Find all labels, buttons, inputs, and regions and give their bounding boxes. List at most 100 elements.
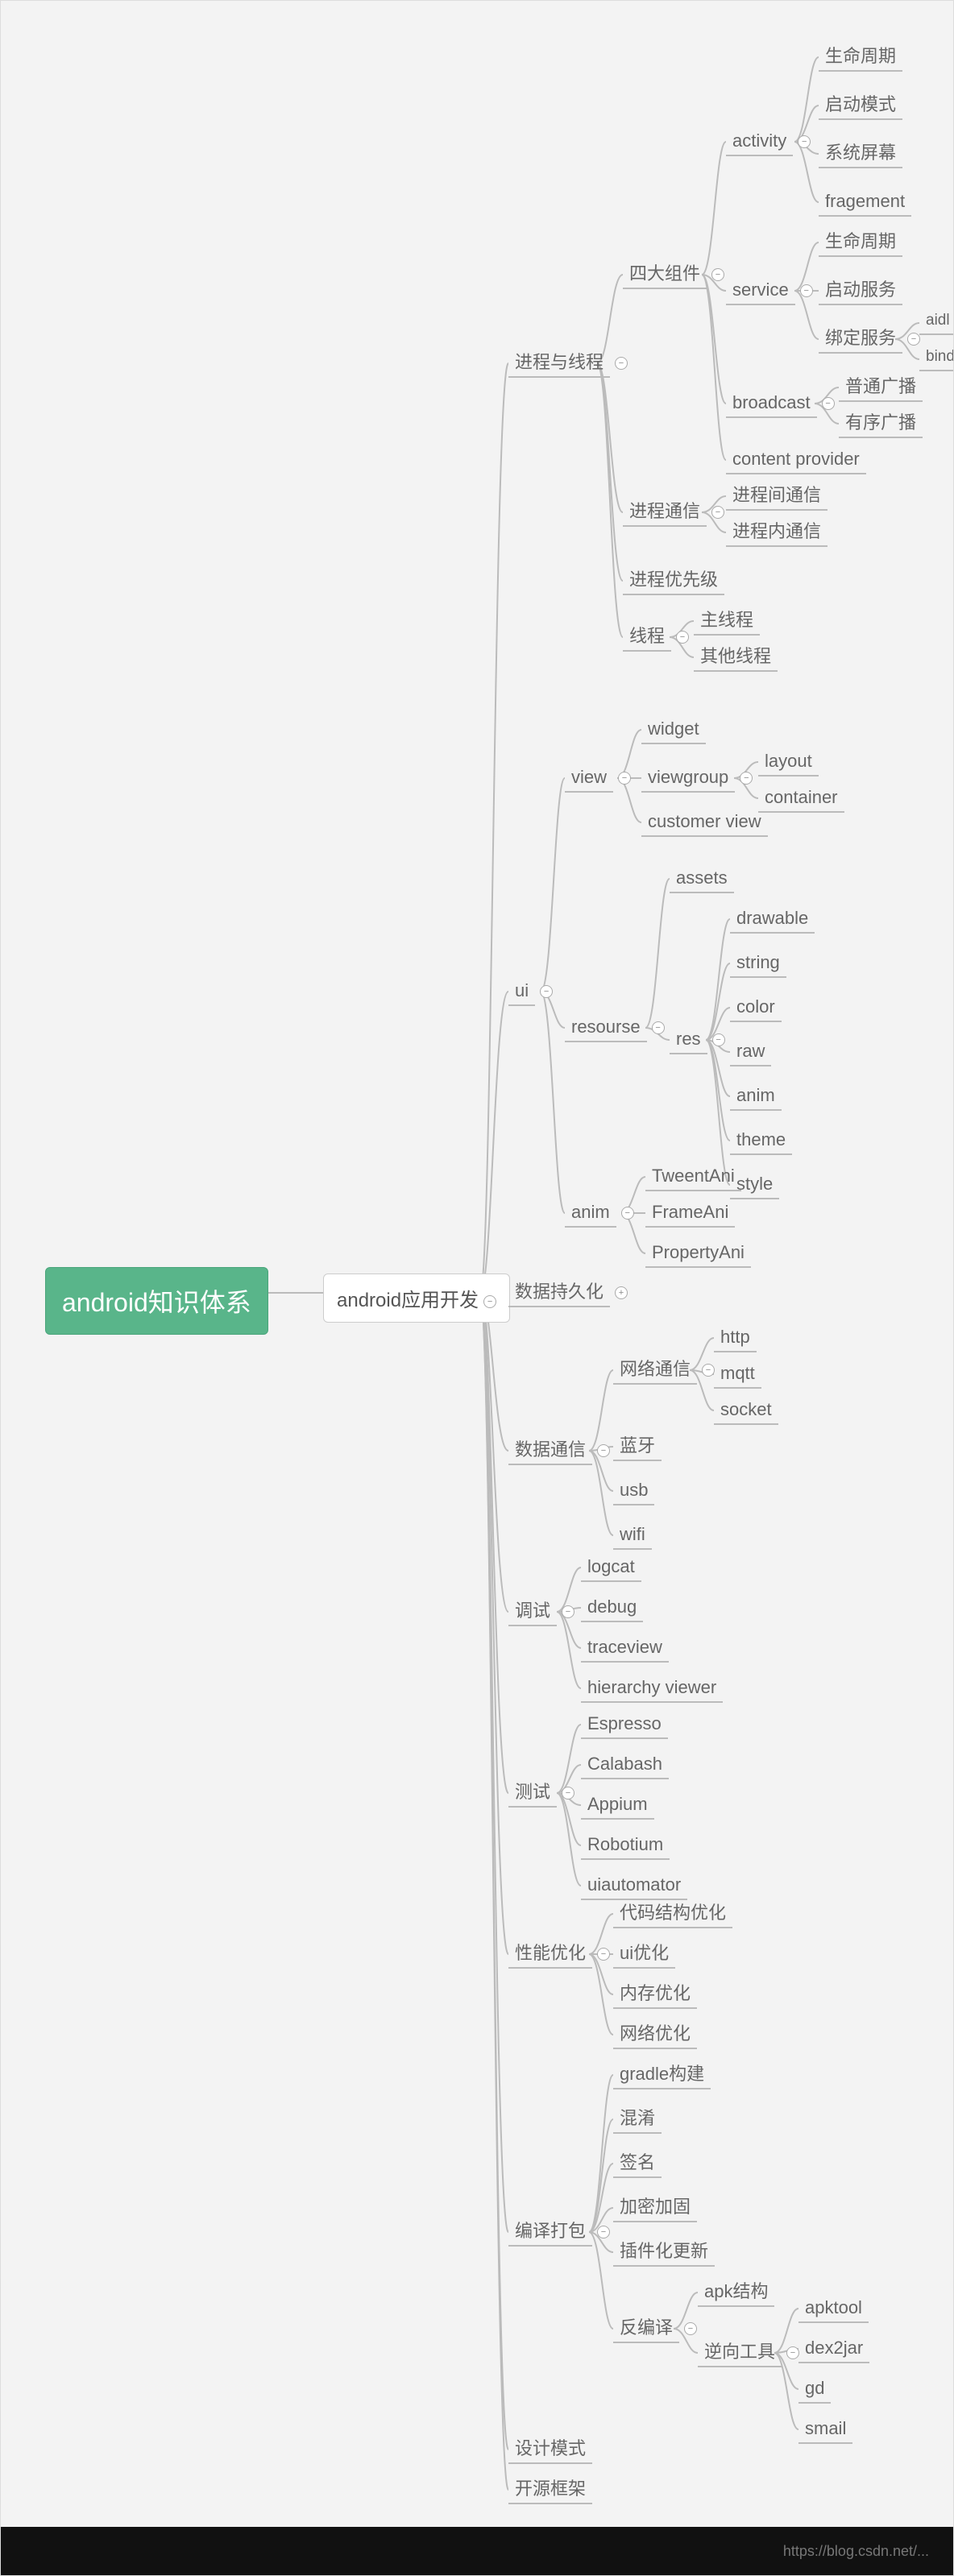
node-res[interactable]: res− xyxy=(670,1024,725,1054)
node-sign[interactable]: 签名 xyxy=(613,2147,662,2178)
node-b-ordered[interactable]: 有序广播 xyxy=(839,408,923,438)
node-t-main[interactable]: 主线程 xyxy=(694,605,760,636)
node-frameani[interactable]: FrameAni xyxy=(645,1197,735,1228)
node-pattern[interactable]: 设计模式 xyxy=(508,2433,592,2464)
toggle-icon[interactable]: − xyxy=(562,1605,574,1618)
toggle-icon[interactable]: − xyxy=(597,1948,610,1961)
node-process[interactable]: 进程与线程− xyxy=(508,347,628,378)
node-pf-ui[interactable]: ui优化 xyxy=(613,1938,675,1969)
node-build[interactable]: 编译打包− xyxy=(508,2216,610,2247)
node-a-screen[interactable]: 系统屏幕 xyxy=(819,138,902,168)
toggle-icon[interactable]: − xyxy=(597,1444,610,1457)
toggle-icon[interactable]: − xyxy=(786,2346,799,2359)
toggle-icon[interactable]: − xyxy=(712,1033,725,1046)
toggle-icon[interactable]: − xyxy=(621,1207,634,1220)
toggle-icon[interactable]: + xyxy=(615,1286,628,1299)
node-widget[interactable]: widget xyxy=(641,714,706,744)
node-anim[interactable]: anim− xyxy=(565,1197,634,1228)
node-pf-code[interactable]: 代码结构优化 xyxy=(613,1898,732,1928)
node-smali[interactable]: smail xyxy=(798,2413,852,2444)
node-view[interactable]: view− xyxy=(565,762,631,793)
node-perf[interactable]: 性能优化− xyxy=(508,1938,610,1969)
node-s-bind[interactable]: 绑定服务− xyxy=(819,323,920,354)
node-t-other[interactable]: 其他线程 xyxy=(694,641,778,672)
toggle-icon[interactable]: − xyxy=(618,772,631,785)
node-mqtt[interactable]: mqtt xyxy=(714,1358,761,1389)
node-tween[interactable]: TweentAni xyxy=(645,1161,741,1191)
node-gd[interactable]: gd xyxy=(798,2373,831,2404)
node-logcat[interactable]: logcat xyxy=(581,1551,641,1582)
node-b-normal[interactable]: 普通广播 xyxy=(839,371,923,402)
node-encrypt[interactable]: 加密加固 xyxy=(613,2192,697,2222)
node-assets[interactable]: assets xyxy=(670,863,734,893)
node-netcomm[interactable]: 网络通信− xyxy=(613,1354,715,1385)
root-node[interactable]: android知识体系 xyxy=(45,1267,268,1335)
toggle-icon[interactable]: − xyxy=(684,2322,697,2335)
node-ipc-inter[interactable]: 进程间通信 xyxy=(726,480,827,511)
node-propani[interactable]: PropertyAni xyxy=(645,1237,751,1268)
node-apk[interactable]: apk结构 xyxy=(698,2276,774,2307)
node-uiautomator[interactable]: uiautomator xyxy=(581,1870,687,1900)
toggle-icon[interactable]: − xyxy=(800,284,813,297)
toggle-icon[interactable]: − xyxy=(711,506,724,519)
node-a-launch[interactable]: 启动模式 xyxy=(819,89,902,120)
toggle-icon[interactable]: − xyxy=(907,333,920,346)
node-layout[interactable]: layout xyxy=(758,746,819,777)
node-s-life[interactable]: 生命周期 xyxy=(819,226,902,257)
node-theme[interactable]: theme xyxy=(730,1124,792,1155)
node-trace[interactable]: traceview xyxy=(581,1632,669,1663)
node-ipc[interactable]: 进程通信− xyxy=(623,496,724,527)
node-viewgroup[interactable]: viewgroup− xyxy=(641,762,753,793)
node-wifi[interactable]: wifi xyxy=(613,1519,652,1550)
node-container[interactable]: container xyxy=(758,782,844,813)
node-pf-mem[interactable]: 内存优化 xyxy=(613,1978,697,2009)
node-cp[interactable]: content provider xyxy=(726,444,866,474)
node-persist[interactable]: 数据持久化+ xyxy=(508,1277,628,1307)
node-s-aidl[interactable]: aidl xyxy=(919,307,954,335)
node-debug[interactable]: 调试− xyxy=(508,1596,574,1626)
toggle-icon[interactable]: − xyxy=(702,1364,715,1377)
node-color[interactable]: color xyxy=(730,992,782,1022)
toggle-icon[interactable]: − xyxy=(615,357,628,370)
node-service[interactable]: service− xyxy=(726,275,813,305)
node-string[interactable]: string xyxy=(730,947,786,978)
node-a-life[interactable]: 生命周期 xyxy=(819,41,902,72)
toggle-icon[interactable]: − xyxy=(652,1021,665,1034)
node-activity[interactable]: activity− xyxy=(726,126,811,156)
node-raw[interactable]: raw xyxy=(730,1036,771,1066)
node-ui[interactable]: ui− xyxy=(508,975,553,1006)
node-socket[interactable]: socket xyxy=(714,1394,778,1425)
node-calabash[interactable]: Calabash xyxy=(581,1749,669,1779)
toggle-icon[interactable]: − xyxy=(798,135,811,148)
node-a-frag[interactable]: fragement xyxy=(819,186,911,217)
node-retools[interactable]: 逆向工具− xyxy=(698,2337,799,2367)
node-customview[interactable]: customer view xyxy=(641,806,768,837)
node-dbg[interactable]: debug xyxy=(581,1592,643,1622)
node-hv[interactable]: hierarchy viewer xyxy=(581,1672,723,1703)
node-robotium[interactable]: Robotium xyxy=(581,1829,670,1860)
node-appium[interactable]: Appium xyxy=(581,1789,654,1820)
node-usb[interactable]: usb xyxy=(613,1475,654,1505)
node-gradle[interactable]: gradle构建 xyxy=(613,2059,711,2089)
node-bt[interactable]: 蓝牙 xyxy=(613,1431,662,1461)
node-test[interactable]: 测试− xyxy=(508,1777,574,1808)
main-node[interactable]: android应用开发− xyxy=(323,1274,510,1323)
node-apktool[interactable]: apktool xyxy=(798,2292,869,2323)
node-dex2jar[interactable]: dex2jar xyxy=(798,2333,869,2363)
node-plugin[interactable]: 插件化更新 xyxy=(613,2236,715,2267)
node-resanim[interactable]: anim xyxy=(730,1080,782,1111)
node-espresso[interactable]: Espresso xyxy=(581,1708,668,1739)
node-drawable[interactable]: drawable xyxy=(730,903,815,934)
node-decompile[interactable]: 反编译− xyxy=(613,2313,697,2343)
node-thread[interactable]: 线程− xyxy=(623,621,689,652)
toggle-icon[interactable]: − xyxy=(540,985,553,998)
node-prio[interactable]: 进程优先级 xyxy=(623,565,724,595)
node-ipc-intra[interactable]: 进程内通信 xyxy=(726,516,827,547)
node-proguard[interactable]: 混淆 xyxy=(613,2103,662,2134)
toggle-icon[interactable]: − xyxy=(483,1295,496,1308)
node-resourse[interactable]: resourse− xyxy=(565,1012,665,1042)
toggle-icon[interactable]: − xyxy=(562,1787,574,1799)
toggle-icon[interactable]: − xyxy=(676,631,689,644)
node-opensrc[interactable]: 开源框架 xyxy=(508,2474,592,2504)
node-pf-net[interactable]: 网络优化 xyxy=(613,2019,697,2049)
